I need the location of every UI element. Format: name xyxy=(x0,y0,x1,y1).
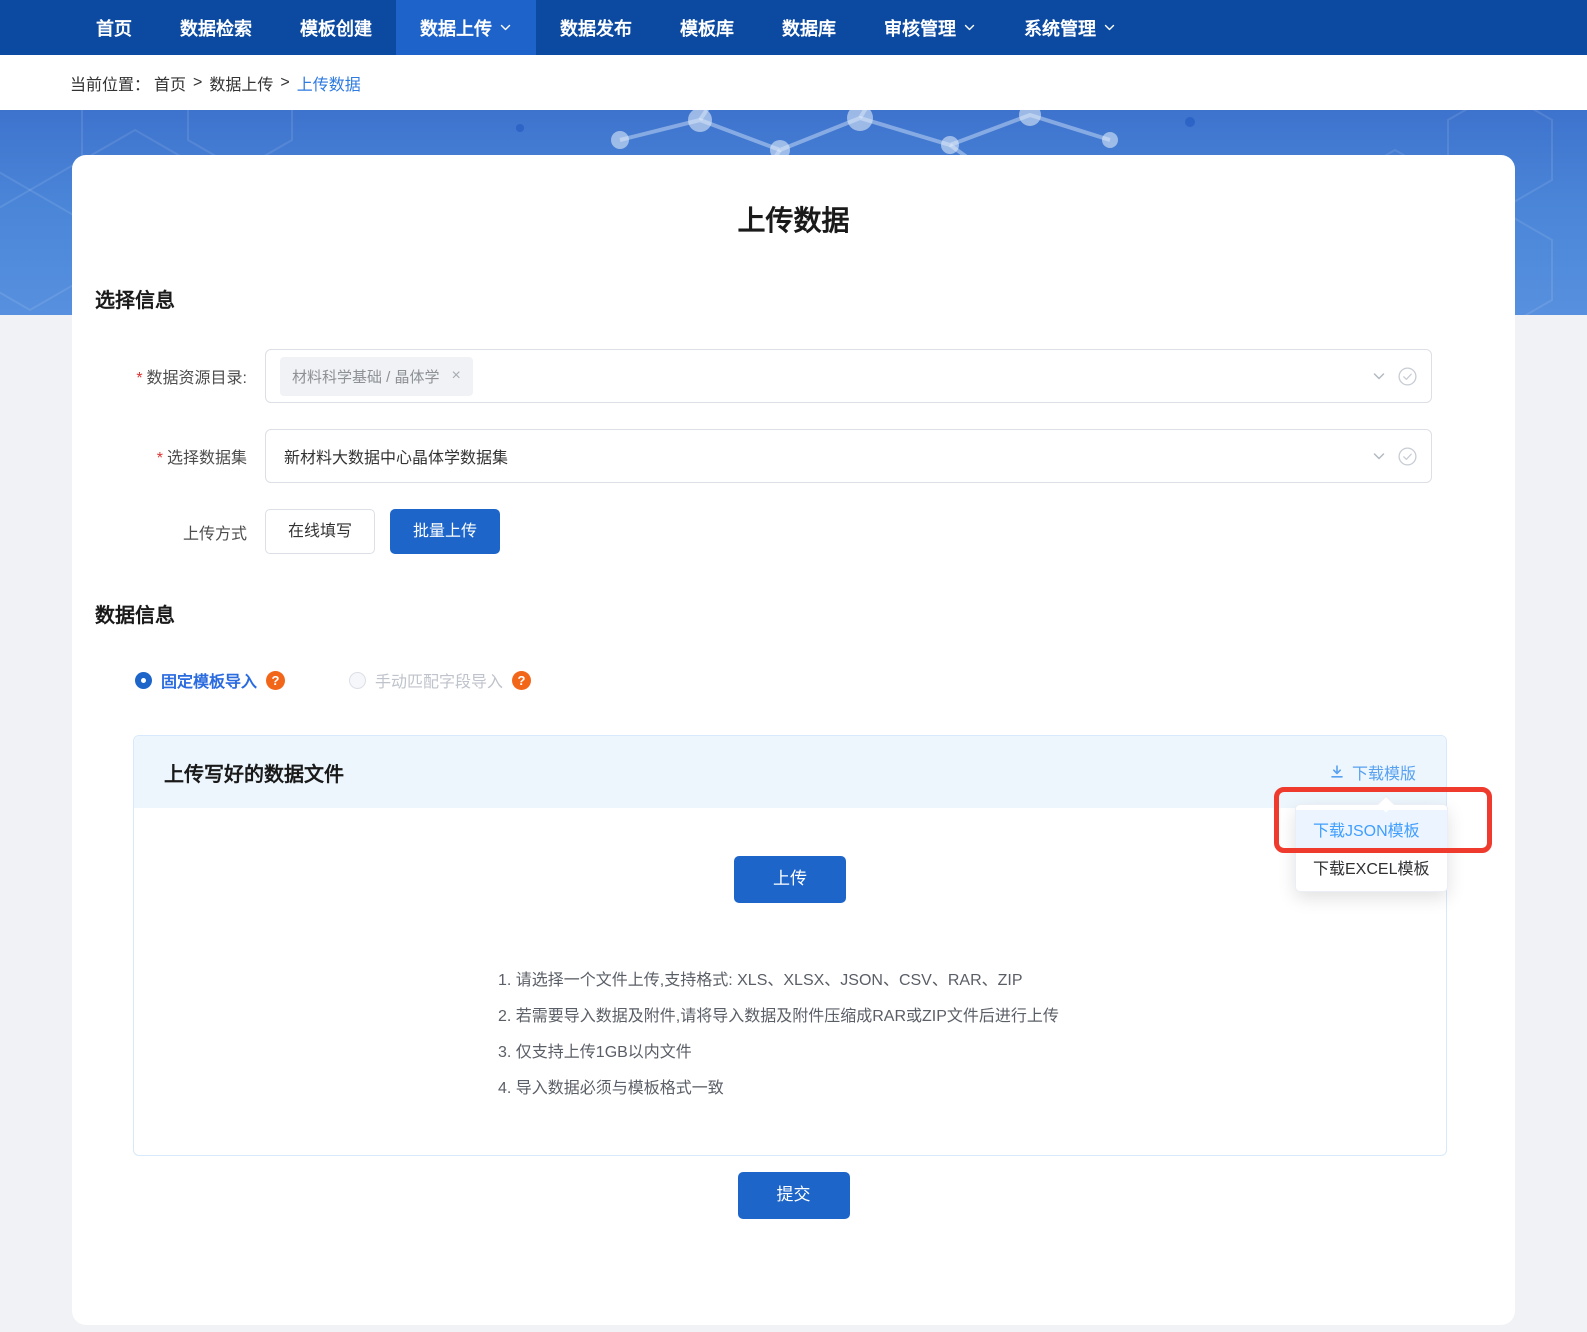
menu-item-download-excel[interactable]: 下载EXCEL模板 xyxy=(1296,848,1447,886)
check-circle-icon xyxy=(1398,366,1417,386)
breadcrumb-separator: > xyxy=(280,73,290,91)
page-title: 上传数据 xyxy=(737,205,850,236)
upload-panel-title: 上传写好的数据文件 xyxy=(164,763,344,786)
nav-item-label: 数据库 xyxy=(782,18,836,39)
nav-item-system-management[interactable]: 系统管理 xyxy=(1000,0,1140,55)
upload-panel-header: 上传写好的数据文件 下载模版 xyxy=(134,736,1446,809)
instruction-line: 4. 导入数据必须与模板格式一致 xyxy=(498,1080,724,1098)
nav-item-label: 数据上传 xyxy=(420,18,492,39)
dataset-select[interactable]: 新材料大数据中心晶体学数据集 xyxy=(265,429,1432,483)
nav-item-label: 系统管理 xyxy=(1024,18,1096,39)
catalog-select[interactable]: 材料科学基础 / 晶体学 × xyxy=(265,349,1432,403)
chevron-down-icon[interactable] xyxy=(1370,447,1388,465)
radio-unselected-icon[interactable] xyxy=(349,671,367,689)
nav-item-database[interactable]: 数据库 xyxy=(758,0,860,55)
upload-method-label: 上传方式 xyxy=(182,525,247,543)
help-question-icon[interactable]: ? xyxy=(266,670,286,690)
chevron-down-icon xyxy=(499,21,512,34)
required-asterisk: * xyxy=(136,370,143,387)
catalog-tag-text: 材料科学基础 / 晶体学 xyxy=(292,368,440,386)
page-root: 首页 数据检索 模板创建 数据上传 数据发布 模板库 数据库 审核管理 系统管理… xyxy=(0,0,1587,1332)
nav-item-label: 模板创建 xyxy=(300,18,372,39)
catalog-select-icons xyxy=(1370,366,1417,386)
online-fill-button[interactable]: 在线填写 xyxy=(265,509,376,555)
help-question-icon[interactable]: ? xyxy=(512,670,532,690)
batch-upload-button[interactable]: 批量上传 xyxy=(390,509,501,555)
chevron-down-icon[interactable] xyxy=(1370,367,1388,385)
chevron-down-icon xyxy=(963,21,976,34)
nav-item-label: 首页 xyxy=(96,18,132,39)
nav-item-template-create[interactable]: 模板创建 xyxy=(276,0,396,55)
instruction-line: 3. 仅支持上传1GB以内文件 xyxy=(498,1044,692,1062)
nav-item-label: 审核管理 xyxy=(884,18,956,39)
tag-close-icon[interactable]: × xyxy=(452,368,461,384)
nav-item-data-publish[interactable]: 数据发布 xyxy=(536,0,656,55)
nav-item-label: 模板库 xyxy=(680,18,734,39)
nav-item-template-library[interactable]: 模板库 xyxy=(656,0,758,55)
chevron-down-icon xyxy=(1103,21,1116,34)
submit-row: 提交 xyxy=(72,1172,1515,1220)
download-template-label: 下载模版 xyxy=(1351,766,1416,784)
required-asterisk: * xyxy=(156,450,163,467)
submit-button[interactable]: 提交 xyxy=(737,1172,850,1220)
breadcrumb-data-upload[interactable]: 数据上传 xyxy=(209,71,273,95)
upload-method-buttons: 在线填写 批量上传 xyxy=(265,509,501,555)
radio-fixed-template-label: 固定模板导入 xyxy=(161,674,258,692)
nav-item-label: 数据发布 xyxy=(560,18,632,39)
download-template-menu: 下载JSON模板 下载EXCEL模板 xyxy=(1295,795,1448,892)
nav-item-data-upload[interactable]: 数据上传 xyxy=(396,0,536,55)
breadcrumb-separator: > xyxy=(193,73,203,91)
check-circle-icon xyxy=(1398,446,1417,466)
menu-item-download-json[interactable]: 下载JSON模板 xyxy=(1296,810,1447,848)
radio-manual-match-label: 手动匹配字段导入 xyxy=(375,674,504,692)
form-row-upload-method: 上传方式 在线填写 批量上传 xyxy=(72,509,1432,555)
upload-button[interactable]: 上传 xyxy=(734,856,846,904)
nav-item-audit-management[interactable]: 审核管理 xyxy=(860,0,1000,55)
radio-fixed-template[interactable]: 固定模板导入 ? xyxy=(135,668,286,692)
radio-selected-icon[interactable] xyxy=(135,671,152,689)
breadcrumb-home[interactable]: 首页 xyxy=(154,71,186,95)
dataset-label-text: 选择数据集 xyxy=(166,450,247,467)
upload-panel: 上传写好的数据文件 下载模版 上传 1. 请选择一个文件上传,支持格式: XLS… xyxy=(133,735,1447,1157)
instruction-line: 2. 若需要导入数据及附件,请将导入数据及附件压缩成RAR或ZIP文件后进行上传 xyxy=(498,1008,1059,1026)
download-icon xyxy=(1331,765,1343,778)
select-info-form: * 数据资源目录: 材料科学基础 / 晶体学 × * 选择数据集 新材料大数据中… xyxy=(72,349,1515,555)
catalog-selected-tag: 材料科学基础 / 晶体学 × xyxy=(280,356,473,396)
instruction-line: 1. 请选择一个文件上传,支持格式: XLS、XLSX、JSON、CSV、RAR… xyxy=(498,972,1023,990)
download-template-link[interactable]: 下载模版 xyxy=(1329,760,1416,784)
import-mode-options: 固定模板导入 ? 手动匹配字段导入 ? xyxy=(135,668,1515,692)
nav-item-label: 数据检索 xyxy=(180,18,252,39)
main-card: 上传数据 选择信息 * 数据资源目录: 材料科学基础 / 晶体学 × * 选择数… xyxy=(72,155,1515,1325)
form-row-dataset: * 选择数据集 新材料大数据中心晶体学数据集 xyxy=(72,429,1432,483)
nav-item-data-search[interactable]: 数据检索 xyxy=(156,0,276,55)
dataset-selected-value: 新材料大数据中心晶体学数据集 xyxy=(284,450,509,467)
radio-manual-match[interactable]: 手动匹配字段导入 ? xyxy=(349,668,532,692)
catalog-label: * 数据资源目录: xyxy=(72,364,265,388)
breadcrumb: 当前位置： 首页 > 数据上传 > 上传数据 xyxy=(0,55,1587,110)
form-row-catalog: * 数据资源目录: 材料科学基础 / 晶体学 × xyxy=(72,349,1432,403)
breadcrumb-current: 上传数据 xyxy=(296,76,361,94)
top-navbar: 首页 数据检索 模板创建 数据上传 数据发布 模板库 数据库 审核管理 系统管理 xyxy=(0,0,1587,55)
breadcrumb-prefix: 当前位置： xyxy=(70,76,151,94)
dataset-label: * 选择数据集 xyxy=(72,444,265,468)
dataset-select-icons xyxy=(1370,446,1417,466)
section-title-select-info: 选择信息 xyxy=(95,290,175,312)
upload-panel-body: 上传 1. 请选择一个文件上传,支持格式: XLS、XLSX、JSON、CSV、… xyxy=(134,808,1446,1155)
nav-item-home[interactable]: 首页 xyxy=(72,0,156,55)
section-title-data-info: 数据信息 xyxy=(95,605,175,628)
upload-instructions: 1. 请选择一个文件上传,支持格式: XLS、XLSX、JSON、CSV、RAR… xyxy=(498,963,1082,1107)
catalog-label-text: 数据资源目录: xyxy=(146,370,247,387)
